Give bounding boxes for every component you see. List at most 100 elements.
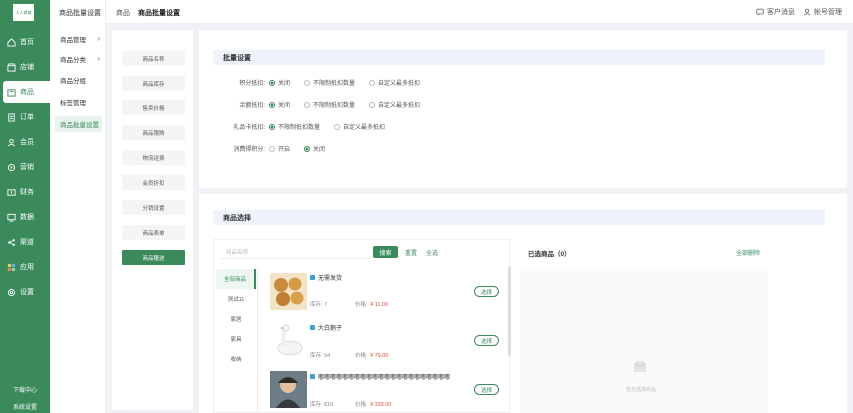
download-center-link[interactable]: 下载中心 bbox=[0, 385, 50, 394]
product-price: 价格: ￥333.00 bbox=[355, 400, 391, 408]
field-tab-gift[interactable]: 商品赠送 bbox=[122, 250, 185, 265]
subnav-goods-group[interactable]: 商品分组 bbox=[55, 72, 102, 88]
product-name-text: 大白鹅子 bbox=[318, 326, 343, 332]
nav-member[interactable]: 会员 bbox=[0, 131, 50, 153]
subnav-label: 商品分组 bbox=[60, 78, 86, 85]
radio-unchecked bbox=[369, 79, 376, 86]
option-label: 不限制抵扣数量 bbox=[313, 81, 356, 87]
field-tab-price[interactable]: 售卖价格 bbox=[122, 100, 185, 115]
nav-label: 商品 bbox=[20, 89, 34, 96]
nav-home[interactable]: 首页 bbox=[0, 31, 50, 53]
radio-option[interactable]: 关闭 bbox=[304, 144, 325, 153]
nav-goods[interactable]: 商品 bbox=[3, 81, 50, 103]
search-button[interactable]: 搜索 bbox=[373, 246, 398, 258]
subnav-tag-manage[interactable]: 标签管理 bbox=[55, 94, 102, 110]
user-icon bbox=[803, 8, 811, 16]
field-tab-discount[interactable]: 会员折扣 bbox=[122, 175, 185, 190]
radio-option[interactable]: 关闭 bbox=[269, 100, 290, 109]
radio-option[interactable]: 不限制抵扣数量 bbox=[269, 122, 320, 131]
option-label: 不限制抵扣数量 bbox=[278, 125, 321, 131]
select-product-button[interactable]: 选择 bbox=[474, 286, 499, 297]
subnav-goods-category[interactable]: 商品分类 › bbox=[55, 51, 102, 67]
row-label: 消费得积分: bbox=[233, 147, 265, 153]
radio-option[interactable]: 开启 bbox=[269, 144, 290, 153]
radio-checked bbox=[304, 145, 311, 152]
nav-apps[interactable]: 应用 bbox=[0, 256, 50, 278]
price-label: 价格: bbox=[355, 402, 368, 408]
radio-unchecked bbox=[334, 123, 341, 130]
nav-order[interactable]: 订单 bbox=[0, 106, 50, 128]
product-list-scrollbar[interactable] bbox=[508, 266, 511, 356]
category-item[interactable]: 家具 bbox=[216, 329, 256, 349]
option-label: 不限制抵扣数量 bbox=[313, 103, 356, 109]
price-value: ￥11.00 bbox=[369, 302, 388, 308]
product-image bbox=[270, 322, 307, 359]
product-tag-icon bbox=[310, 275, 315, 280]
subnav-batch-settings[interactable]: 商品批量设置 bbox=[55, 116, 102, 132]
radio-option[interactable]: 关闭 bbox=[269, 78, 290, 87]
product-image bbox=[270, 371, 307, 408]
field-tab-distribution[interactable]: 分销设置 bbox=[122, 200, 185, 215]
system-settings-link[interactable]: 系统设置 bbox=[0, 402, 50, 411]
field-tab-name[interactable]: 商品名称 bbox=[122, 51, 185, 66]
radio-unchecked bbox=[269, 145, 275, 152]
search-input[interactable]: 商品名称 bbox=[226, 248, 248, 256]
field-tab-shipping[interactable]: 物流运费 bbox=[122, 150, 185, 165]
product-stock: 库存: 816 bbox=[310, 402, 334, 408]
subnav-goods-manage[interactable]: 商品管理 › bbox=[55, 31, 102, 47]
logo[interactable]: 人人商城 bbox=[13, 4, 34, 21]
nav-shop[interactable]: 店铺 bbox=[0, 56, 50, 78]
customer-messages-link[interactable]: 客户消息 bbox=[756, 7, 795, 17]
field-tab-stock[interactable]: 商品库存 bbox=[122, 76, 185, 91]
radio-option[interactable]: 自定义最多抵扣 bbox=[369, 78, 420, 87]
giftcard-deduct-row: 礼品卡抵扣: 不限制抵扣数量 自定义最多抵扣 bbox=[199, 122, 399, 131]
nav-label: 财务 bbox=[20, 189, 34, 196]
reset-button[interactable]: 重置 bbox=[405, 248, 417, 257]
nav-marketing[interactable]: 营销 bbox=[0, 156, 50, 178]
category-all[interactable]: 全部商品 bbox=[216, 269, 256, 289]
row-label: 余额抵扣: bbox=[239, 103, 265, 109]
marketing-icon bbox=[7, 163, 16, 172]
nav-settings[interactable]: 设置 bbox=[0, 281, 50, 303]
price-value: ￥79.00 bbox=[369, 353, 389, 359]
product-price: 价格: ￥11.00 bbox=[355, 300, 388, 308]
goods-icon bbox=[7, 88, 16, 97]
category-item[interactable]: 收纳 bbox=[216, 349, 256, 369]
product-name: 嘟嘟嘟嘟嘟嘟嘟嘟嘟嘟嘟嘟嘟嘟嘟嘟嘟嘟嘟嘟嘟嘟 bbox=[310, 372, 450, 381]
balance-deduct-row: 余额抵扣: 关闭 不限制抵扣数量 自定义最多抵扣 bbox=[199, 100, 434, 109]
radio-option[interactable]: 自定义最多抵扣 bbox=[369, 100, 420, 109]
settings-icon bbox=[7, 288, 16, 297]
select-all-button[interactable]: 全选 bbox=[426, 248, 438, 257]
field-tab-form[interactable]: 商品表单 bbox=[122, 225, 185, 240]
product-name-text: 无需发货 bbox=[318, 276, 343, 282]
breadcrumb-goods[interactable]: 商品 bbox=[116, 8, 130, 18]
nav-data[interactable]: 数据 bbox=[0, 206, 50, 228]
select-product-button[interactable]: 选择 bbox=[474, 384, 499, 395]
field-tab-limit[interactable]: 商品限购 bbox=[122, 125, 185, 140]
nav-channel[interactable]: 渠道 bbox=[0, 231, 50, 253]
subnav-label: 标签管理 bbox=[60, 100, 86, 107]
account-manage-link[interactable]: 帐号管理 bbox=[803, 7, 842, 17]
category-item[interactable]: 测试11 bbox=[216, 289, 256, 309]
option-label: 关闭 bbox=[278, 81, 291, 87]
nav-label: 首页 bbox=[20, 39, 34, 46]
radio-unchecked bbox=[304, 101, 311, 108]
select-product-button[interactable]: 选择 bbox=[474, 335, 499, 346]
nav-label: 渠道 bbox=[20, 239, 34, 246]
messages-label: 客户消息 bbox=[767, 9, 795, 16]
radio-option[interactable]: 不限制抵扣数量 bbox=[304, 78, 355, 87]
product-tag-icon bbox=[310, 374, 315, 379]
row-label: 积分抵扣: bbox=[239, 81, 265, 87]
product-select-title: 商品选择 bbox=[213, 210, 825, 225]
nav-label: 设置 bbox=[20, 289, 34, 296]
radio-option[interactable]: 不限制抵扣数量 bbox=[304, 100, 355, 109]
nav-finance[interactable]: 财务 bbox=[0, 181, 50, 203]
radio-option[interactable]: 自定义最多抵扣 bbox=[334, 122, 385, 131]
clear-all-button[interactable]: 全部删除 bbox=[736, 248, 760, 257]
member-icon bbox=[7, 138, 16, 147]
category-item[interactable]: 家居 bbox=[216, 309, 256, 329]
product-name: 无需发货 bbox=[310, 273, 342, 282]
selected-products-title: 已选商品（0） bbox=[528, 251, 571, 258]
field-tab-list: 商品名称 商品库存 售卖价格 商品限购 物流运费 会员折扣 分销设置 商品表单 … bbox=[112, 30, 193, 410]
row-label: 礼品卡抵扣: bbox=[233, 125, 265, 131]
